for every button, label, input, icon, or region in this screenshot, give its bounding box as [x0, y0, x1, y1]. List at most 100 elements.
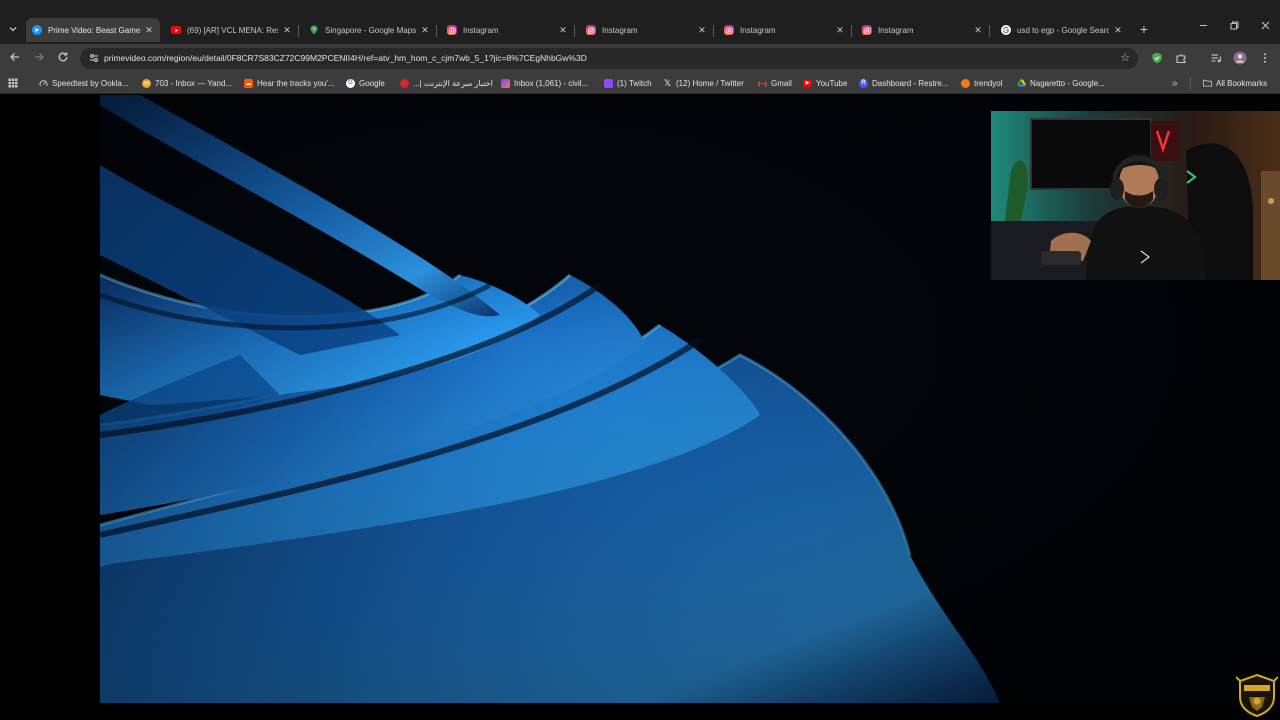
close-icon[interactable]: ✕ [973, 25, 983, 36]
close-icon[interactable]: ✕ [697, 25, 707, 36]
speed-test-icon [400, 78, 409, 88]
site-info-icon[interactable] [88, 52, 100, 64]
bookmark-star-icon[interactable]: ☆ [1120, 51, 1130, 64]
google-drive-icon [1017, 79, 1026, 88]
tab-title: Prime Video: Beast Games [48, 25, 140, 35]
browser-menu-icon[interactable] [1258, 51, 1272, 65]
bookmark-trendyol[interactable]: trendyol [961, 77, 1002, 89]
speedtest-icon [39, 79, 48, 88]
more-bookmarks-chevron-icon[interactable]: » [1172, 77, 1178, 89]
bookmark-label: YouTube [816, 78, 848, 88]
close-icon[interactable]: ✕ [835, 25, 845, 36]
bookmark-google-drive[interactable]: Nagaretto - Google... [1017, 77, 1105, 89]
tab-instagram[interactable]: Instagram ✕ [718, 20, 852, 40]
bookmark-label: Gmail [771, 78, 792, 88]
restore-button[interactable] [1227, 21, 1241, 33]
all-bookmarks-label: All Bookmarks [1216, 78, 1268, 88]
bookmark-speedtest[interactable]: Speedtest by Ookla... [39, 77, 129, 89]
reload-icon [58, 52, 68, 62]
minimize-button[interactable] [1196, 21, 1210, 33]
address-bar[interactable]: primevideo.com/region/eu/detail/0F8CR7S8… [80, 48, 1138, 69]
chevron-down-icon [9, 27, 17, 32]
bookmark-yandex-mail[interactable]: ✉ 703 - Inbox — Yand... [142, 77, 232, 89]
bookmark-label: اختبار سرعة الإنترنت |... [413, 78, 493, 88]
restream-icon: R [859, 78, 868, 88]
google-icon [1001, 25, 1011, 35]
tab-instagram[interactable]: Instagram ✕ [441, 20, 575, 40]
gmail-icon [758, 79, 767, 88]
soundcloud-icon: ☁ [244, 78, 253, 88]
bookmark-label: Speedtest by Ookla... [52, 78, 129, 88]
all-bookmarks-button[interactable]: All Bookmarks [1190, 77, 1267, 89]
tab-title: usd to egp - Google Search [1017, 25, 1109, 35]
profile-avatar-icon[interactable] [1233, 51, 1247, 65]
close-icon[interactable]: ✕ [282, 25, 292, 36]
minimize-icon [1199, 25, 1207, 26]
new-tab-button[interactable]: + [1137, 21, 1151, 37]
tab-google-maps[interactable]: Singapore - Google Maps ✕ [303, 20, 437, 40]
webcam-feed-image [991, 111, 1280, 280]
page-content [0, 95, 1280, 720]
x-icon: 𝕏 [663, 77, 672, 88]
tab-search-button[interactable] [4, 20, 22, 38]
restore-icon [1230, 21, 1238, 30]
arrow-right-icon [35, 53, 44, 61]
forward-button[interactable] [32, 51, 46, 65]
instagram-icon [724, 25, 734, 35]
mail-icon [501, 78, 510, 88]
trendyol-icon [961, 78, 970, 88]
apps-grid-button[interactable] [8, 77, 18, 89]
tab-title: Instagram [602, 25, 638, 35]
bookmark-twitch[interactable]: (1) Twitch [604, 77, 652, 89]
bookmark-restream[interactable]: R Dashboard - Restre... [859, 77, 948, 89]
adblock-shield-icon[interactable] [1150, 51, 1164, 65]
instagram-icon [586, 25, 596, 35]
close-icon [1261, 21, 1269, 30]
bookmark-label: 703 - Inbox — Yand... [155, 78, 233, 88]
bookmark-soundcloud[interactable]: ☁ Hear the tracks you'... [244, 77, 335, 89]
reload-button[interactable] [56, 51, 70, 65]
extensions-puzzle-icon[interactable] [1174, 51, 1188, 65]
tab-strip: Prime Video: Beast Games ✕ (69) [AR] VCL… [0, 0, 1280, 44]
tab-title: Instagram [463, 25, 499, 35]
tab-title: Singapore - Google Maps [325, 25, 416, 35]
back-button[interactable] [8, 51, 22, 65]
prime-video-icon [32, 25, 42, 35]
twitch-icon [604, 78, 613, 88]
close-icon[interactable]: ✕ [1113, 25, 1123, 36]
instagram-icon [447, 25, 457, 35]
apps-grid-icon [8, 78, 18, 88]
tab-title: (69) [AR] VCL MENA: Resi [187, 25, 278, 35]
bookmarks-bar: Speedtest by Ookla... ✉ 703 - Inbox — Ya… [0, 72, 1280, 94]
tab-prime-video[interactable]: Prime Video: Beast Games ✕ [26, 18, 160, 42]
bookmark-twitter[interactable]: 𝕏 (12) Home / Twitter [663, 77, 744, 89]
bookmark-gmail[interactable]: Gmail [758, 77, 792, 89]
bookmark-label: (12) Home / Twitter [676, 78, 744, 88]
bookmark-speed-test-arabic[interactable]: اختبار سرعة الإنترنت |... [400, 77, 493, 89]
bookmark-label: Hear the tracks you'... [257, 78, 335, 88]
youtube-icon: ▶ [803, 79, 812, 87]
close-icon[interactable]: ✕ [420, 25, 430, 36]
bookmark-label: Nagaretto - Google... [1030, 78, 1105, 88]
tab-google-search[interactable]: usd to egp - Google Search ✕ [995, 20, 1129, 40]
folder-icon [1203, 79, 1212, 88]
google-icon: G [346, 78, 355, 88]
media-control-icon[interactable] [1209, 51, 1223, 65]
url-text[interactable]: primevideo.com/region/eu/detail/0F8CR7S8… [104, 53, 587, 63]
bookmark-youtube[interactable]: ▶ YouTube [803, 77, 847, 89]
tab-instagram[interactable]: Instagram ✕ [580, 20, 714, 40]
bookmark-google[interactable]: G Google [346, 77, 385, 89]
bookmark-label: Google [359, 78, 385, 88]
close-icon[interactable]: ✕ [144, 25, 154, 36]
bookmark-label: (1) Twitch [617, 78, 652, 88]
browser-toolbar: primevideo.com/region/eu/detail/0F8CR7S8… [0, 44, 1280, 72]
tab-youtube[interactable]: (69) [AR] VCL MENA: Resi ✕ [165, 20, 299, 40]
tab-instagram[interactable]: Instagram ✕ [856, 20, 990, 40]
bookmark-label: Dashboard - Restre... [872, 78, 949, 88]
bookmark-label: trendyol [974, 78, 1003, 88]
close-window-button[interactable] [1258, 21, 1272, 33]
close-icon[interactable]: ✕ [558, 25, 568, 36]
bookmark-inbox[interactable]: Inbox (1,061) - civil... [501, 77, 588, 89]
shield-logo-icon [1235, 673, 1279, 718]
webcam-overlay [991, 111, 1280, 280]
